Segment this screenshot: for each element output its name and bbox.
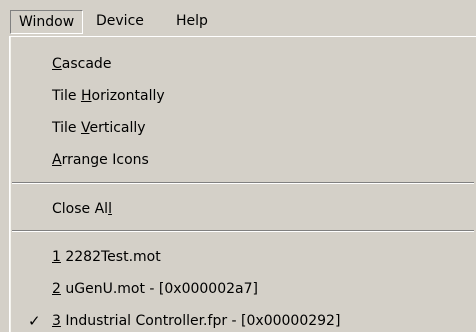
menu-item-window-3[interactable]: ✓ 3 Industrial Controller.fpr - [0x00000… — [10, 306, 470, 332]
menu-item-label: 3 Industrial Controller.fpr - [0x0000029… — [52, 313, 341, 329]
menu-item-window-2[interactable]: 2 uGenU.mot - [0x000002a7] — [10, 274, 470, 304]
menu-item-label: Close All — [52, 201, 112, 217]
application-screen: Window Device Help Cascade Tile Horizont… — [0, 0, 476, 332]
menu-item-tile-horizontally[interactable]: Tile Horizontally — [10, 81, 470, 111]
menu-device[interactable]: Device — [88, 10, 152, 34]
menu-item-arrange-icons[interactable]: Arrange Icons — [10, 145, 470, 175]
menu-window[interactable]: Window — [10, 10, 84, 34]
menu-separator — [12, 230, 474, 232]
menu-item-cascade[interactable]: Cascade — [10, 49, 470, 79]
menu-item-label: 1 2282Test.mot — [52, 249, 161, 265]
menu-help[interactable]: Help — [168, 10, 216, 34]
checkmark-icon: ✓ — [28, 312, 41, 330]
menu-item-label: Tile Horizontally — [52, 88, 165, 104]
menu-item-tile-vertically[interactable]: Tile Vertically — [10, 113, 470, 143]
menu-item-window-1[interactable]: 1 2282Test.mot — [10, 242, 470, 272]
menu-separator — [12, 182, 474, 184]
menu-item-close-all[interactable]: Close All — [10, 194, 470, 224]
menu-bar: Window Device Help — [0, 0, 476, 40]
window-menu-dropdown: Cascade Tile Horizontally Tile Verticall… — [9, 36, 476, 332]
menu-item-label: 2 uGenU.mot - [0x000002a7] — [52, 281, 258, 297]
menu-item-label: Cascade — [52, 56, 112, 72]
menu-item-label: Arrange Icons — [52, 152, 149, 168]
menu-item-label: Tile Vertically — [52, 120, 146, 136]
